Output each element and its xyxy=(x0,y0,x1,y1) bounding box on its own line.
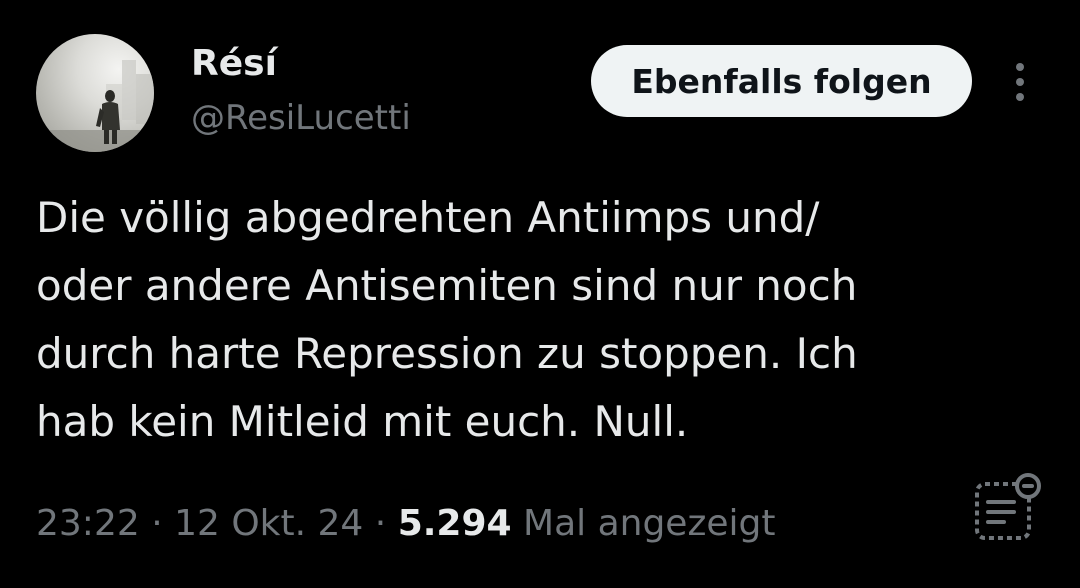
avatar[interactable] xyxy=(36,34,154,152)
summary-icon xyxy=(975,473,1041,540)
tweet-text-line: hab kein Mitleid mit euch. Null. xyxy=(36,397,689,446)
tweet-time[interactable]: 23:22 xyxy=(36,503,140,544)
tweet-text-line: Die völlig abgedrehten Antiimps und/ xyxy=(36,193,820,242)
meta-separator: · xyxy=(363,503,398,544)
follow-button[interactable]: Ebenfalls folgen xyxy=(591,45,972,117)
user-handle[interactable]: @ResiLucetti xyxy=(191,94,411,142)
tweet-text-line: durch harte Repression zu stoppen. Ich xyxy=(36,329,858,378)
views-label: Mal angezeigt xyxy=(523,503,776,544)
summary-button[interactable] xyxy=(968,470,1048,550)
views-count: 5.294 xyxy=(397,503,512,544)
more-vertical-icon xyxy=(1016,63,1024,71)
tweet-card: Résí @ResiLucetti Ebenfalls folgen Die v… xyxy=(0,0,1080,588)
avatar-image xyxy=(36,60,154,152)
tweet-text: Die völlig abgedrehten Antiimps und/ ode… xyxy=(36,184,1026,456)
tweet-text-line: oder andere Antisemiten sind nur noch xyxy=(36,261,858,310)
tweet-metadata: 23:22 · 12 Okt. 24 · 5.294 Mal angezeigt xyxy=(36,496,775,552)
more-vertical-icon-dot xyxy=(1016,93,1024,101)
more-options-button[interactable] xyxy=(1000,58,1040,106)
tweet-date[interactable]: 12 Okt. 24 xyxy=(174,503,363,544)
meta-separator: · xyxy=(139,503,175,544)
more-vertical-icon-dot xyxy=(1016,78,1024,86)
display-name[interactable]: Résí xyxy=(191,40,277,88)
